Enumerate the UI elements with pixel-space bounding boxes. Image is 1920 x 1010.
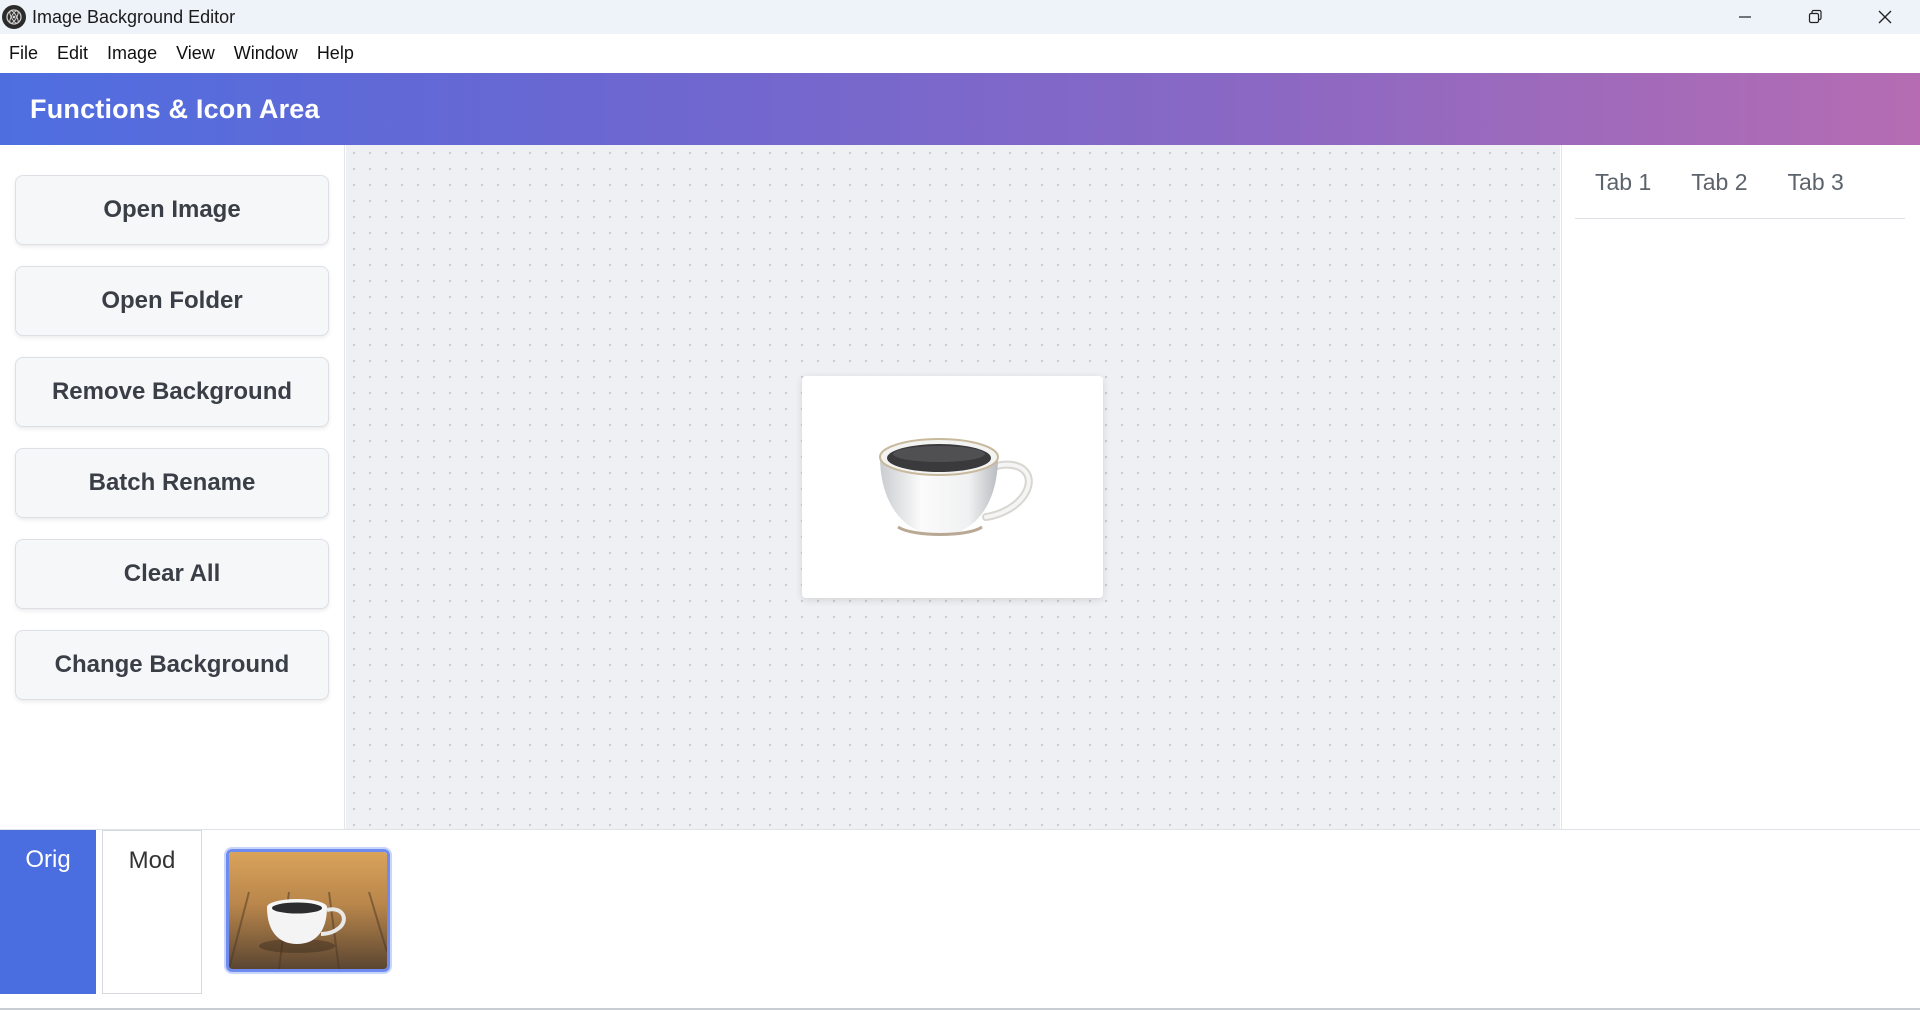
clear-all-button[interactable]: Clear All xyxy=(15,539,329,609)
menu-image[interactable]: Image xyxy=(107,43,157,64)
close-icon xyxy=(1878,10,1892,24)
functions-header: Functions & Icon Area xyxy=(0,73,1920,145)
panel-tabs: Tab 1 Tab 2 Tab 3 xyxy=(1575,163,1905,219)
image-preview[interactable] xyxy=(802,376,1103,598)
open-image-button[interactable]: Open Image xyxy=(15,175,329,245)
menu-view[interactable]: View xyxy=(176,43,215,64)
properties-panel: Tab 1 Tab 2 Tab 3 xyxy=(1561,145,1920,829)
change-background-button[interactable]: Change Background xyxy=(15,630,329,700)
menu-help[interactable]: Help xyxy=(317,43,354,64)
menu-window[interactable]: Window xyxy=(234,43,298,64)
coffee-cup-thumbnail-image xyxy=(229,852,387,969)
close-button[interactable] xyxy=(1850,0,1920,34)
modified-view-toggle[interactable]: Mod xyxy=(102,830,202,994)
minimize-icon xyxy=(1739,16,1751,18)
original-view-toggle[interactable]: Orig xyxy=(0,830,96,994)
window-title: Image Background Editor xyxy=(32,6,236,27)
thumbnail-strip: Orig Mod xyxy=(0,829,1920,1010)
menu-bar: File Edit Image View Window Help xyxy=(0,34,1920,73)
open-folder-button[interactable]: Open Folder xyxy=(15,266,329,336)
restore-icon xyxy=(1808,9,1822,24)
remove-background-button[interactable]: Remove Background xyxy=(15,357,329,427)
restore-button[interactable] xyxy=(1780,0,1850,34)
app-logo-icon xyxy=(2,5,26,29)
image-canvas[interactable] xyxy=(346,145,1560,829)
batch-rename-button[interactable]: Batch Rename xyxy=(15,448,329,518)
title-bar: Image Background Editor xyxy=(0,0,1920,34)
tab-2[interactable]: Tab 2 xyxy=(1671,163,1767,218)
tab-1[interactable]: Tab 1 xyxy=(1575,163,1671,218)
coffee-cup-image xyxy=(878,438,1033,536)
minimize-button[interactable] xyxy=(1710,0,1780,34)
menu-file[interactable]: File xyxy=(9,43,38,64)
menu-edit[interactable]: Edit xyxy=(57,43,88,64)
image-thumbnail[interactable] xyxy=(226,849,390,972)
header-title: Functions & Icon Area xyxy=(30,93,320,124)
function-sidebar: Open Image Open Folder Remove Background… xyxy=(0,145,345,829)
tab-3[interactable]: Tab 3 xyxy=(1768,163,1864,218)
